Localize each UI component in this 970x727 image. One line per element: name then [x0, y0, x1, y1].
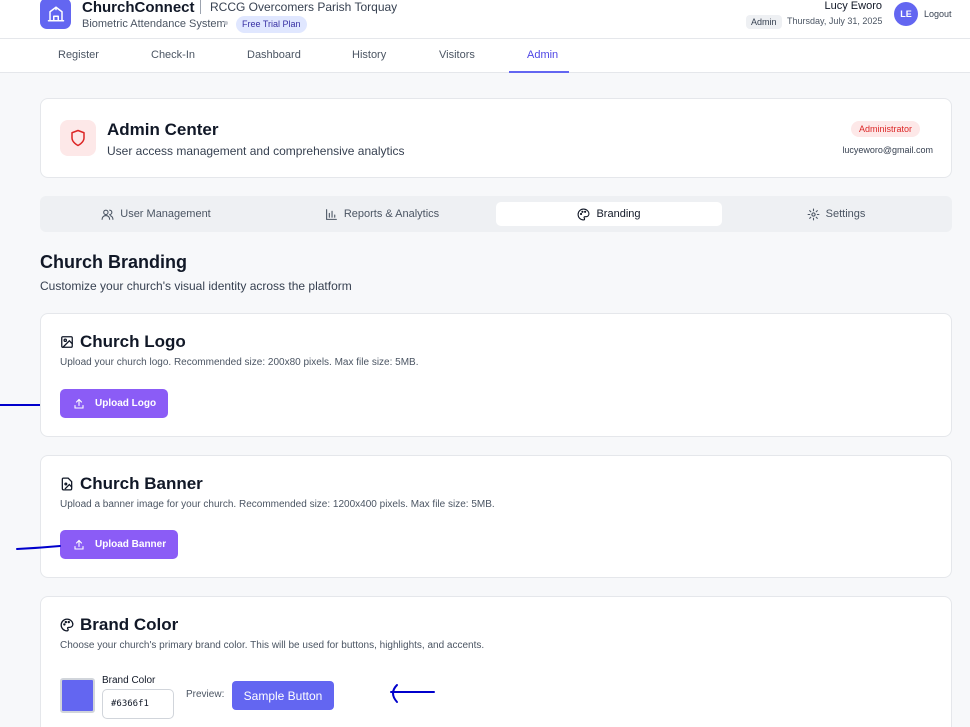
brand-color-label: Brand Color: [102, 675, 156, 686]
logo-card-title: Church Logo: [80, 332, 186, 351]
tab-label: Reports & Analytics: [343, 208, 440, 220]
admin-title: Admin Center: [107, 120, 219, 139]
admin-email: lucyeworo@gmail.com: [842, 145, 933, 155]
gear-icon: [807, 208, 820, 220]
nav-visitors[interactable]: Visitors: [439, 49, 475, 61]
tab-user-management[interactable]: User Management: [43, 202, 269, 226]
color-card-description: Choose your church's primary brand color…: [60, 640, 485, 651]
sample-button[interactable]: Sample Button: [232, 681, 334, 710]
users-icon: [101, 209, 114, 220]
tab-reports-analytics[interactable]: Reports & Analytics: [269, 202, 495, 226]
app-name: ChurchConnect: [82, 0, 195, 16]
branding-title: Church Branding: [40, 252, 187, 272]
nav-admin[interactable]: Admin: [527, 49, 558, 61]
shield-icon: [60, 120, 96, 156]
upload-banner-label: Upload Banner: [95, 539, 167, 550]
administrator-badge: Administrator: [851, 121, 921, 137]
nav-check-in[interactable]: Check-In: [151, 49, 195, 61]
branding-subtitle: Customize your church's visual identity …: [40, 279, 352, 293]
separator-dot: [224, 21, 228, 25]
nav-register[interactable]: Register: [58, 49, 99, 61]
brand-color-card: Brand Color Choose your church's primary…: [40, 596, 952, 727]
admin-center-card: Admin Center User access management and …: [40, 98, 952, 178]
tab-label: Branding: [596, 208, 641, 220]
banner-card-title: Church Banner: [80, 474, 203, 493]
tab-label: Settings: [825, 208, 866, 220]
tab-label: User Management: [120, 208, 211, 220]
brand-divider: [200, 0, 201, 14]
logout-button[interactable]: Logout: [924, 9, 952, 19]
upload-icon: [74, 398, 84, 409]
banner-card-description: Upload a banner image for your church. R…: [60, 499, 495, 510]
admin-tabs: User Management Reports & Analytics Bran…: [40, 196, 952, 232]
tab-branding[interactable]: Branding: [496, 202, 722, 226]
palette-icon: [60, 618, 74, 632]
main-nav: Register Check-In Dashboard History Visi…: [0, 39, 970, 73]
plan-badge: Free Trial Plan: [236, 16, 307, 33]
logo-card-description: Upload your church logo. Recommended siz…: [60, 357, 419, 368]
color-picker-swatch[interactable]: [60, 678, 95, 713]
church-logo-card: Church Logo Upload your church logo. Rec…: [40, 313, 952, 437]
church-banner-card: Church Banner Upload a banner image for …: [40, 455, 952, 578]
upload-logo-button[interactable]: Upload Logo: [60, 389, 169, 418]
color-card-header: Brand Color: [60, 615, 178, 635]
admin-subtitle: User access management and comprehensive…: [107, 144, 405, 158]
upload-logo-label: Upload Logo: [95, 398, 157, 409]
image-file-icon: [61, 477, 73, 491]
nav-history[interactable]: History: [352, 49, 386, 61]
active-nav-indicator: [509, 71, 569, 73]
current-date: Thursday, July 31, 2025: [787, 16, 883, 26]
image-icon: [61, 336, 73, 348]
nav-dashboard[interactable]: Dashboard: [247, 49, 301, 61]
tab-settings[interactable]: Settings: [723, 202, 949, 226]
avatar[interactable]: LE: [894, 2, 918, 26]
top-header: ChurchConnect RCCG Overcomers Parish Tor…: [0, 0, 970, 39]
upload-banner-button[interactable]: Upload Banner: [60, 530, 179, 559]
user-name: Lucy Eworo: [824, 0, 882, 12]
role-badge: Admin: [746, 15, 782, 29]
upload-icon: [74, 539, 84, 550]
app-subtitle: Biometric Attendance System: [82, 18, 226, 30]
hex-color-input[interactable]: #6366f1: [102, 689, 174, 719]
church-name: RCCG Overcomers Parish Torquay: [210, 0, 398, 14]
preview-label: Preview:: [186, 689, 225, 700]
banner-card-header: Church Banner: [60, 474, 203, 494]
church-logo-icon: [40, 0, 71, 29]
color-card-title: Brand Color: [80, 615, 179, 634]
palette-icon: [578, 208, 590, 220]
logo-card-header: Church Logo: [60, 332, 186, 352]
bar-chart-icon: [325, 208, 337, 220]
